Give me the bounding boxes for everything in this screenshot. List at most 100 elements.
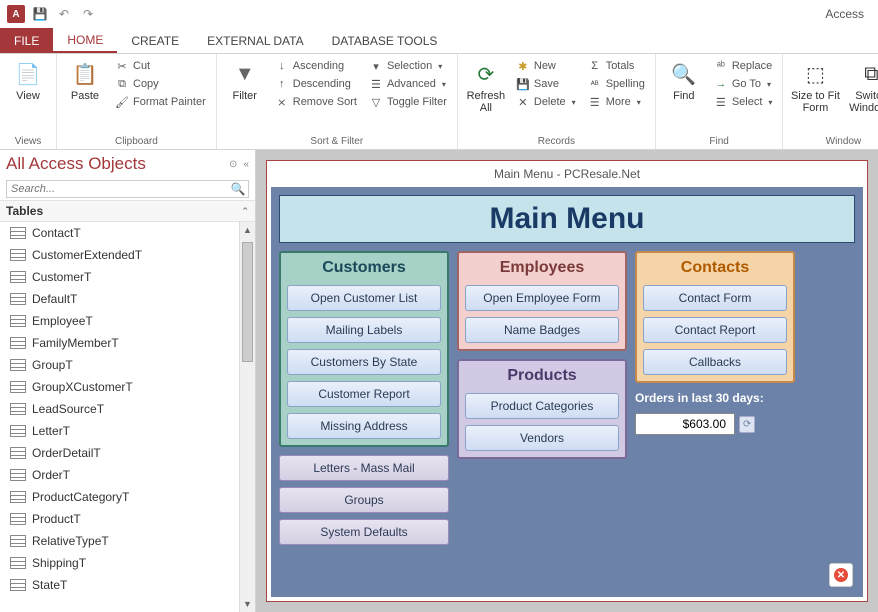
format-painter-button[interactable]: 🖌Format Painter bbox=[111, 94, 210, 110]
qat-save-icon[interactable]: 💾 bbox=[30, 4, 50, 24]
nav-table-item[interactable]: CustomerT bbox=[0, 266, 239, 288]
nav-table-item[interactable]: EmployeeT bbox=[0, 310, 239, 332]
nav-table-item[interactable]: LeadSourceT bbox=[0, 398, 239, 420]
scroll-down-icon[interactable]: ▼ bbox=[240, 596, 255, 612]
form-caption: Main Menu - PCResale.Net bbox=[271, 165, 863, 187]
remove-sort-button[interactable]: ⨯Remove Sort bbox=[271, 94, 361, 110]
group-label: Find bbox=[662, 134, 777, 149]
select-button[interactable]: ☰Select▾ bbox=[710, 94, 777, 110]
table-icon bbox=[10, 557, 26, 569]
select-label: Select bbox=[732, 96, 763, 108]
delete-button[interactable]: ✕Delete▾ bbox=[512, 94, 580, 110]
totals-button[interactable]: ΣTotals bbox=[584, 58, 649, 74]
save-record-button[interactable]: 💾Save bbox=[512, 76, 580, 92]
extra-button[interactable]: Letters - Mass Mail bbox=[279, 455, 449, 481]
ribbon: 📄 View Views 📋 Paste ✂Cut ⧉Copy 🖌Format … bbox=[0, 54, 878, 150]
nav-table-item[interactable]: GroupT bbox=[0, 354, 239, 376]
nav-table-item[interactable]: LetterT bbox=[0, 420, 239, 442]
nav-table-item[interactable]: ContactT bbox=[0, 222, 239, 244]
find-label: Find bbox=[673, 90, 694, 102]
advanced-button[interactable]: ☰Advanced▾ bbox=[365, 76, 451, 92]
nav-table-item[interactable]: ShippingT bbox=[0, 552, 239, 574]
nav-search[interactable]: 🔍 bbox=[6, 180, 249, 198]
customer-button[interactable]: Missing Address bbox=[287, 413, 441, 439]
switch-windows-button[interactable]: ⧉ Switch Windows bbox=[845, 56, 878, 114]
nav-table-item[interactable]: ProductT bbox=[0, 508, 239, 530]
nav-table-item[interactable]: ProductCategoryT bbox=[0, 486, 239, 508]
nav-menu-icon[interactable]: ⊙ bbox=[229, 159, 237, 170]
customer-button[interactable]: Mailing Labels bbox=[287, 317, 441, 343]
orders-refresh-icon[interactable]: ⟳ bbox=[739, 416, 755, 433]
table-name: ProductT bbox=[32, 512, 81, 526]
product-button[interactable]: Product Categories bbox=[465, 393, 619, 419]
tab-database-tools[interactable]: DATABASE TOOLS bbox=[318, 28, 452, 53]
cut-button[interactable]: ✂Cut bbox=[111, 58, 210, 74]
extra-button[interactable]: Groups bbox=[279, 487, 449, 513]
group-label: Sort & Filter bbox=[223, 134, 451, 149]
new-button[interactable]: ✱New bbox=[512, 58, 580, 74]
goto-button[interactable]: →Go To▾ bbox=[710, 76, 777, 92]
qat-redo-icon[interactable]: ↷ bbox=[78, 4, 98, 24]
replace-button[interactable]: ᵃᵇReplace bbox=[710, 58, 777, 74]
search-input[interactable] bbox=[7, 181, 228, 197]
customer-button[interactable]: Customers By State bbox=[287, 349, 441, 375]
nav-table-item[interactable]: FamilyMemberT bbox=[0, 332, 239, 354]
nav-table-item[interactable]: CustomerExtendedT bbox=[0, 244, 239, 266]
spelling-button[interactable]: ᴬᴮSpelling bbox=[584, 76, 649, 92]
filter-button[interactable]: ▼ Filter bbox=[223, 56, 267, 102]
customer-button[interactable]: Customer Report bbox=[287, 381, 441, 407]
nav-scrollbar[interactable]: ▲ ▼ bbox=[239, 222, 255, 612]
descending-button[interactable]: ↑Descending bbox=[271, 76, 361, 92]
tab-file[interactable]: FILE bbox=[0, 28, 53, 53]
employee-button[interactable]: Name Badges bbox=[465, 317, 619, 343]
nav-table-item[interactable]: OrderT bbox=[0, 464, 239, 486]
table-name: EmployeeT bbox=[32, 314, 93, 328]
close-button[interactable]: ✕ bbox=[829, 563, 853, 587]
ascending-button[interactable]: ↓Ascending bbox=[271, 58, 361, 74]
table-name: CustomerT bbox=[32, 270, 91, 284]
goto-icon: → bbox=[714, 77, 728, 91]
search-icon[interactable]: 🔍 bbox=[228, 181, 248, 197]
nav-collapse-icon[interactable]: « bbox=[243, 159, 249, 170]
nav-table-item[interactable]: DefaultT bbox=[0, 288, 239, 310]
toggle-filter-button[interactable]: ▽Toggle Filter bbox=[365, 94, 451, 110]
ribbon-tabs: FILE HOME CREATE EXTERNAL DATA DATABASE … bbox=[0, 28, 878, 54]
nav-table-item[interactable]: GroupXCustomerT bbox=[0, 376, 239, 398]
view-button[interactable]: 📄 View bbox=[6, 56, 50, 102]
table-icon bbox=[10, 469, 26, 481]
contact-button[interactable]: Contact Report bbox=[643, 317, 787, 343]
nav-table-item[interactable]: RelativeTypeT bbox=[0, 530, 239, 552]
extra-button[interactable]: System Defaults bbox=[279, 519, 449, 545]
totals-icon: Σ bbox=[588, 59, 602, 73]
nav-table-item[interactable]: StateT bbox=[0, 574, 239, 596]
more-button[interactable]: ☰More▾ bbox=[584, 94, 649, 110]
contact-button[interactable]: Callbacks bbox=[643, 349, 787, 375]
size-icon: ⬚ bbox=[801, 60, 829, 88]
collapse-icon[interactable]: ⌃ bbox=[241, 206, 249, 217]
customer-button[interactable]: Open Customer List bbox=[287, 285, 441, 311]
scroll-up-icon[interactable]: ▲ bbox=[240, 222, 255, 238]
employee-button[interactable]: Open Employee Form bbox=[465, 285, 619, 311]
replace-icon: ᵃᵇ bbox=[714, 59, 728, 73]
product-button[interactable]: Vendors bbox=[465, 425, 619, 451]
selection-button[interactable]: ▾Selection▾ bbox=[365, 58, 451, 74]
scroll-thumb[interactable] bbox=[242, 242, 253, 362]
size-to-fit-button[interactable]: ⬚ Size to Fit Form bbox=[789, 56, 841, 114]
nav-header[interactable]: All Access Objects ⊙ « bbox=[0, 150, 255, 178]
refresh-button[interactable]: ⟳ Refresh All bbox=[464, 56, 508, 114]
nav-group-tables[interactable]: Tables ⌃ bbox=[0, 200, 255, 222]
table-icon bbox=[10, 271, 26, 283]
tab-home[interactable]: HOME bbox=[53, 28, 117, 53]
nav-table-item[interactable]: OrderDetailT bbox=[0, 442, 239, 464]
qat-undo-icon[interactable]: ↶ bbox=[54, 4, 74, 24]
tab-external-data[interactable]: EXTERNAL DATA bbox=[193, 28, 317, 53]
form-area: Main Menu - PCResale.Net Main Menu Custo… bbox=[256, 150, 878, 612]
toggle-label: Toggle Filter bbox=[387, 96, 447, 108]
paste-label: Paste bbox=[71, 90, 99, 102]
spelling-icon: ᴬᴮ bbox=[588, 77, 602, 91]
copy-button[interactable]: ⧉Copy bbox=[111, 76, 210, 92]
contact-button[interactable]: Contact Form bbox=[643, 285, 787, 311]
tab-create[interactable]: CREATE bbox=[117, 28, 193, 53]
find-button[interactable]: 🔍 Find bbox=[662, 56, 706, 102]
paste-button[interactable]: 📋 Paste bbox=[63, 56, 107, 102]
